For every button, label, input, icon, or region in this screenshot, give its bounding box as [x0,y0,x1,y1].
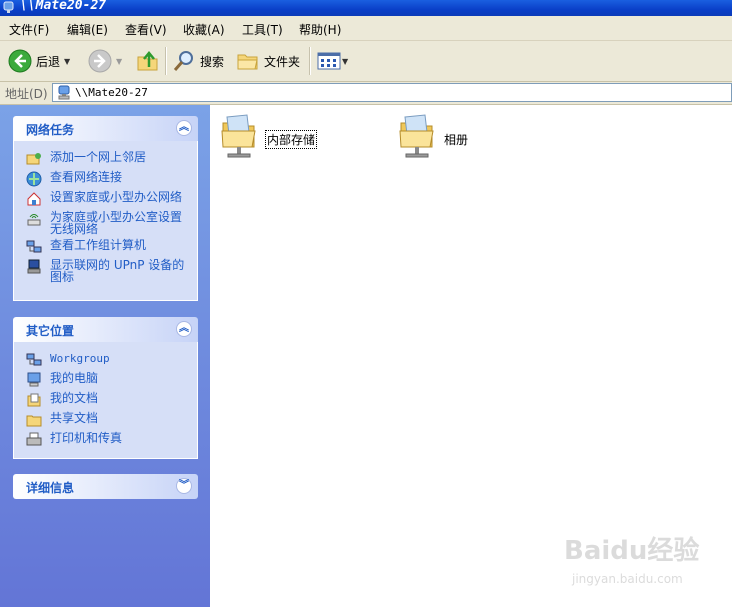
network-drive-icon [3,1,14,13]
other-places-body: Workgroup 我的电脑 我的文档 共享文档 打印机和传真 [13,342,198,459]
window-title: \\Mate20-27 [20,0,107,13]
panel-title: 其它位置 [26,324,75,338]
panel-title: 网络任务 [26,123,75,137]
toolbar: 后退 ▼ ▼ 搜索 文件夹 ▼ [0,41,732,82]
my-computer-icon [27,372,41,387]
network-drive-icon [58,85,70,100]
task-show-upnp-icons[interactable]: 显示联网的 UPnP 设备的图标 [14,259,197,283]
task-view-workgroup-computers[interactable]: 查看工作组计算机 [14,239,197,255]
views-button[interactable]: ▼ [317,47,348,75]
place-printers-fax[interactable]: 打印机和传真 [14,432,197,448]
menu-help[interactable]: 帮助(H) [299,21,341,38]
task-add-network-place[interactable]: 添加一个网上邻居 [14,151,197,167]
watermark: Baidu经验 jingyan.baidu.com [560,528,730,598]
network-connections-icon [26,171,42,187]
folders-button[interactable]: 文件夹 [236,47,300,75]
network-tasks-body: 添加一个网上邻居 查看网络连接 设置家庭或小型办公网络 为家庭或小型办公室设置无… [13,141,198,301]
expand-icon[interactable]: ︾ [176,478,192,494]
shared-folder-icon [221,114,256,158]
title-bar: \\Mate20-27 [0,0,732,16]
menu-bar: 文件(F) 编辑(E) 查看(V) 收藏(A) 工具(T) 帮助(H) [0,16,732,41]
share-folder-album[interactable]: 相册 [398,113,468,161]
address-value: \\Mate20-27 [75,86,148,99]
task-pane: 网络任务 ︽ 添加一个网上邻居 查看网络连接 设置家庭或小型办公网络 为家庭或小… [0,105,210,607]
other-places-header[interactable]: 其它位置 ︽ [13,317,198,342]
details-panel: 详细信息 ︾ [13,474,198,499]
back-dropdown-icon[interactable]: ▼ [64,57,70,66]
my-documents-icon [27,393,41,407]
menu-favorites[interactable]: 收藏(A) [183,21,225,38]
menu-edit[interactable]: 编辑(E) [67,21,108,38]
search-button[interactable]: 搜索 [172,47,224,75]
add-network-place-icon [26,153,41,165]
place-workgroup[interactable]: Workgroup [14,352,197,368]
details-header[interactable]: 详细信息 ︾ [13,474,198,499]
search-icon [173,51,193,71]
search-label: 搜索 [200,54,225,69]
task-home-network-setup[interactable]: 设置家庭或小型办公网络 [14,191,197,207]
shared-folder-icon [399,114,434,158]
network-tasks-header[interactable]: 网络任务 ︽ [13,116,198,141]
task-wireless-network[interactable]: 为家庭或小型办公室设置无线网络 [14,211,197,235]
forward-arrow-icon [88,49,112,73]
address-input[interactable]: \\Mate20-27 [52,83,732,102]
forward-button[interactable]: ▼ [88,47,122,75]
back-label: 后退 [36,54,61,69]
upnp-device-icon [27,259,41,274]
back-button[interactable]: 后退 ▼ [8,47,70,75]
folders-label: 文件夹 [264,54,301,69]
share-folder-internal-storage[interactable]: 内部存储 [220,113,318,161]
address-bar: 地址(D) \\Mate20-27 [0,82,732,105]
forward-dropdown-icon[interactable]: ▼ [116,57,122,66]
menu-tools[interactable]: 工具(T) [242,21,283,38]
network-tasks-panel: 网络任务 ︽ 添加一个网上邻居 查看网络连接 设置家庭或小型办公网络 为家庭或小… [13,116,198,301]
printers-fax-icon [26,432,42,446]
home-network-setup-icon [27,192,41,206]
wireless-network-icon [27,214,41,226]
shared-documents-icon [26,415,42,427]
place-shared-documents[interactable]: 共享文档 [14,412,197,428]
collapse-icon[interactable]: ︽ [176,321,192,337]
other-places-panel: 其它位置 ︽ Workgroup 我的电脑 我的文档 共享文档 打印机和传真 [13,317,198,459]
task-view-network-connections[interactable]: 查看网络连接 [14,171,197,187]
watermark-text: Baidu经验 [564,536,700,566]
back-arrow-icon [8,49,32,73]
folder-label: 相册 [444,133,469,147]
views-icon [317,52,341,70]
menu-file[interactable]: 文件(F) [9,21,49,38]
up-folder-button[interactable] [136,47,160,75]
folder-label: 内部存储 [264,130,318,149]
place-my-computer[interactable]: 我的电脑 [14,372,197,388]
watermark-url: jingyan.baidu.com [572,572,683,586]
collapse-icon[interactable]: ︽ [176,120,192,136]
up-folder-icon [137,51,158,71]
place-my-documents[interactable]: 我的文档 [14,392,197,408]
views-dropdown-icon[interactable]: ▼ [342,57,348,66]
address-label: 地址(D) [5,87,48,101]
panel-title: 详细信息 [26,481,75,495]
folders-icon [237,54,258,70]
menu-view[interactable]: 查看(V) [125,21,167,38]
workgroup-computers-icon [26,240,42,253]
workgroup-icon [26,353,42,366]
